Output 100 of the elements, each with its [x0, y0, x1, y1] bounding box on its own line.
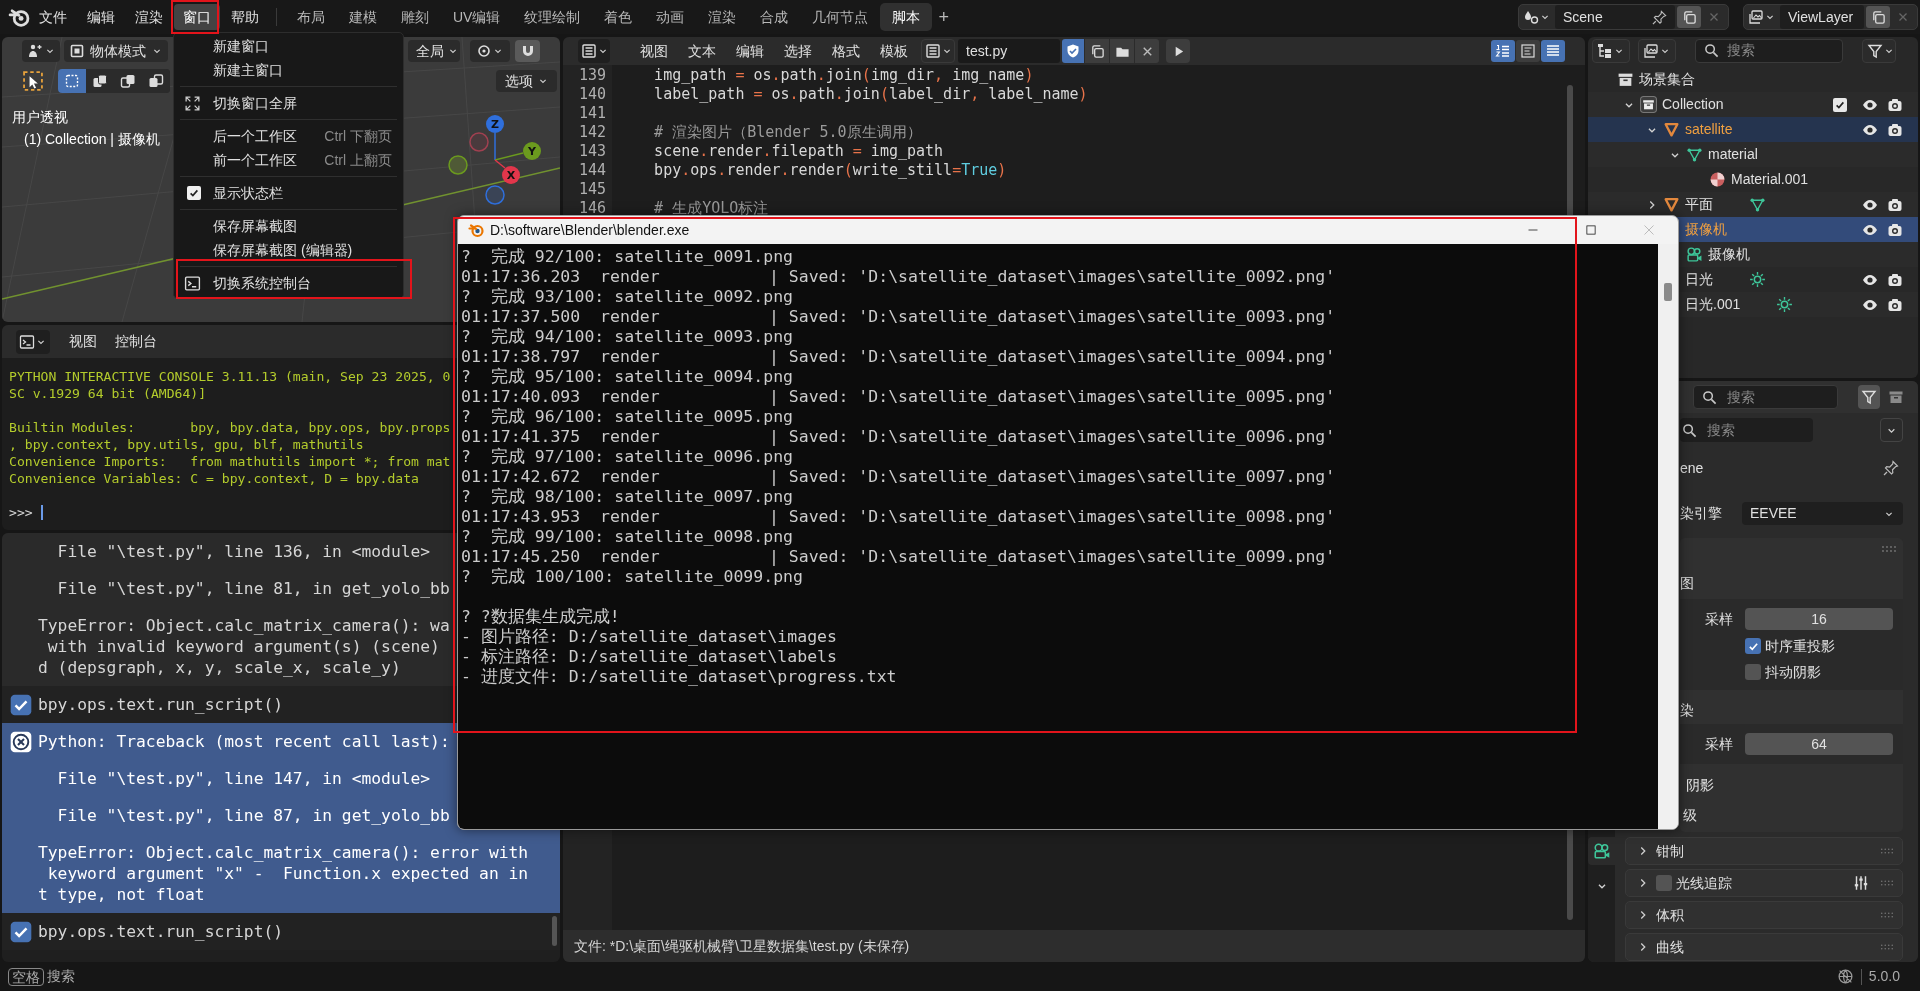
open-button[interactable] — [1110, 39, 1134, 63]
panel-header[interactable]: 钳制 — [1625, 837, 1903, 865]
fake-user-toggle[interactable] — [1062, 39, 1084, 63]
selection-mode-button[interactable] — [58, 69, 86, 93]
view-toggle[interactable] — [1491, 40, 1515, 62]
camera-icon[interactable] — [1887, 271, 1903, 288]
duplicate-button[interactable] — [1866, 6, 1890, 28]
view-toggle[interactable] — [1516, 40, 1540, 62]
workspace-tab[interactable]: 渲染 — [696, 3, 749, 31]
menu-entry[interactable]: 新建主窗口 — [174, 58, 403, 82]
filter-dropdown[interactable] — [1862, 38, 1896, 63]
gizmo-axis-handle[interactable]: Y — [523, 142, 541, 160]
checkbox[interactable] — [1745, 638, 1761, 654]
search-field[interactable]: 搜索 — [1695, 38, 1843, 63]
log-entry[interactable] — [2, 723, 560, 913]
menu-item[interactable]: 渲染 — [126, 4, 172, 30]
menu-item[interactable]: 控制台 — [106, 329, 166, 354]
menu-item[interactable]: 模板 — [870, 39, 918, 63]
checkbox[interactable] — [1745, 664, 1761, 680]
menu-item[interactable]: 视图 — [60, 329, 106, 354]
scrollbar[interactable] — [552, 916, 557, 946]
menu-entry[interactable]: 前一个工作区 Ctrl 上翻页 — [174, 148, 403, 172]
menu-item[interactable]: 窗口 — [174, 4, 220, 30]
gizmo-axis-handle[interactable]: Z — [486, 115, 504, 133]
duplicate-button[interactable] — [1677, 6, 1701, 28]
file-name-field[interactable]: test.py — [958, 39, 1060, 63]
search-field[interactable]: 搜索 — [1680, 418, 1813, 442]
panel-header[interactable]: 曲线 — [1625, 933, 1903, 961]
workspace-tab[interactable]: 雕刻 — [389, 3, 441, 31]
panel-header[interactable]: 体积 — [1625, 901, 1903, 929]
scene-name-field[interactable]: Scene — [1555, 5, 1675, 29]
logo-icon[interactable] — [8, 6, 30, 28]
number-field[interactable]: 64 — [1745, 733, 1893, 755]
orientation-dropdown[interactable]: 全局 — [408, 40, 460, 62]
menu-item[interactable]: 文本 — [678, 39, 726, 63]
pin-icon[interactable] — [1883, 460, 1899, 476]
gizmo-negative-handle[interactable] — [448, 155, 468, 175]
workspace-tab[interactable]: 动画 — [644, 3, 697, 31]
search-field[interactable]: 搜索 — [1693, 385, 1838, 409]
view-layer-field[interactable]: ViewLayer — [1780, 5, 1864, 29]
pivot-dropdown[interactable] — [22, 40, 60, 62]
filter-button[interactable] — [1858, 385, 1880, 409]
number-field[interactable]: 16 — [1745, 608, 1893, 630]
menu-item[interactable]: 文件 — [30, 4, 76, 30]
editor-type-dropdown[interactable] — [578, 39, 610, 63]
gizmo-negative-handle[interactable] — [485, 185, 505, 205]
outliner-row[interactable]: satellite — [1588, 117, 1918, 142]
workspace-tab[interactable]: 布局 — [285, 3, 337, 31]
camera-icon[interactable] — [1887, 196, 1903, 213]
display-mode-dropdown[interactable] — [1592, 38, 1630, 63]
render-engine-dropdown[interactable]: EEVEE — [1742, 502, 1903, 525]
menu-entry[interactable]: 后一个工作区 Ctrl 下翻页 — [174, 124, 403, 148]
checkbox[interactable] — [187, 186, 201, 200]
camera-icon[interactable] — [1887, 296, 1903, 313]
menu-item[interactable]: 选择 — [774, 39, 822, 63]
pin-icon[interactable] — [1652, 9, 1667, 25]
menu-entry[interactable]: 保存屏幕截图 (编辑器) — [174, 238, 403, 262]
unlink-button[interactable] — [1135, 39, 1159, 63]
workspace-tab[interactable]: 建模 — [337, 3, 389, 31]
panel-header[interactable]: 光线追踪 — [1625, 869, 1903, 897]
duplicate-button[interactable] — [1085, 39, 1109, 63]
menu-item[interactable]: 格式 — [822, 39, 870, 63]
workspace-tab[interactable]: 合成 — [748, 3, 801, 31]
add-workspace-button[interactable]: + — [932, 3, 955, 31]
snap-dropdown[interactable] — [470, 40, 510, 62]
camera-icon[interactable] — [1887, 121, 1903, 138]
workspace-tab[interactable]: 几何节点 — [800, 3, 881, 31]
workspace-tab[interactable]: 脚本 — [880, 3, 933, 31]
camera-icon[interactable] — [1887, 221, 1903, 238]
menu-item[interactable]: 编辑 — [78, 4, 124, 30]
checkbox[interactable] — [1833, 97, 1847, 112]
options-dropdown[interactable]: 选项 — [496, 70, 557, 92]
checkbox[interactable] — [1656, 875, 1672, 891]
menu-entry[interactable]: 显示状态栏 — [174, 181, 403, 205]
box-icon[interactable] — [1888, 389, 1904, 405]
menu-entry[interactable]: 切换系统控制台 — [174, 271, 403, 295]
select-box-icon[interactable] — [22, 70, 44, 92]
menu-item[interactable]: 帮助 — [222, 4, 268, 30]
run-script-button[interactable] — [1166, 39, 1190, 63]
gizmo-negative-handle[interactable] — [469, 132, 489, 152]
sliders-icon[interactable] — [1852, 874, 1870, 892]
menu-item[interactable]: 编辑 — [726, 39, 774, 63]
workspace-tab[interactable]: 纹理绘制 — [512, 3, 593, 31]
collapse-dropdown[interactable] — [1880, 418, 1903, 442]
gizmo-axis-handle[interactable]: X — [502, 166, 520, 184]
workspace-tab[interactable]: 着色 — [592, 3, 645, 31]
menu-entry[interactable]: 保存屏幕截图 — [174, 214, 403, 238]
editor-type-dropdown[interactable] — [16, 329, 50, 354]
snap-toggle[interactable] — [515, 40, 540, 62]
menu-entry[interactable]: 新建窗口 — [174, 34, 403, 58]
view-toggle[interactable] — [1541, 40, 1565, 62]
text-selector-dropdown[interactable] — [921, 39, 955, 63]
menu-item[interactable]: 视图 — [630, 39, 678, 63]
view-dropdown[interactable] — [1638, 38, 1676, 63]
menu-entry[interactable]: 切换窗口全屏 — [174, 91, 403, 115]
network-icon[interactable] — [1836, 968, 1854, 985]
render-tab[interactable] — [1588, 837, 1615, 865]
workspace-tab[interactable]: UV编辑 — [441, 3, 513, 31]
mode-dropdown[interactable]: 物体模式 — [64, 40, 168, 62]
camera-icon[interactable] — [1887, 96, 1903, 113]
